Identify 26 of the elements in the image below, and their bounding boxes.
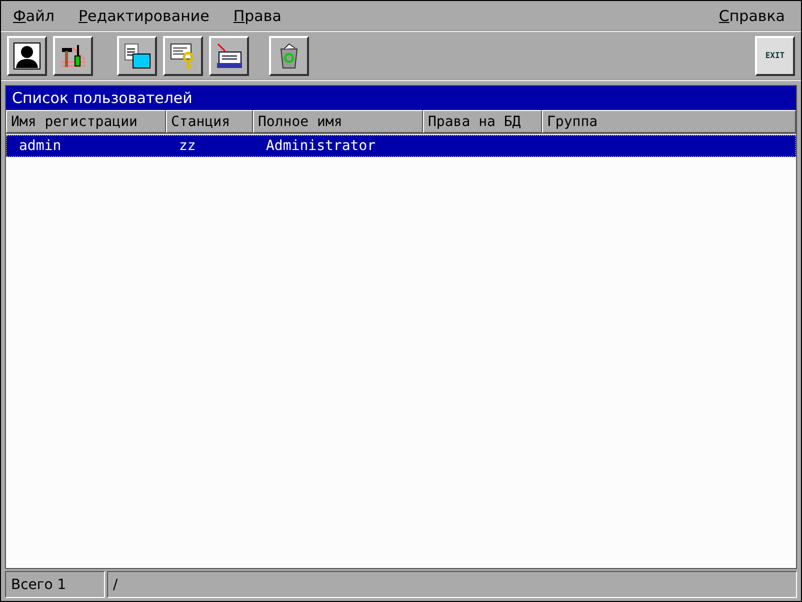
person-icon xyxy=(13,42,41,70)
column-header[interactable]: Права на БД xyxy=(423,110,542,133)
user-tool-button[interactable] xyxy=(7,36,47,76)
menu-item[interactable]: Редактирование xyxy=(78,6,210,24)
column-header[interactable]: Полное имя xyxy=(253,110,423,133)
card-file-icon xyxy=(215,42,243,70)
table-cell: admin xyxy=(19,138,62,154)
menu-item[interactable]: Файл xyxy=(13,6,54,24)
trash-tool-button[interactable] xyxy=(269,36,309,76)
table-cell: zz xyxy=(179,138,196,154)
menu-item[interactable]: Справка xyxy=(718,6,785,24)
status-field: / xyxy=(107,571,797,598)
column-header[interactable]: Группа xyxy=(542,110,796,133)
column-header[interactable]: Имя регистрации xyxy=(6,110,166,133)
column-header[interactable]: Станция xyxy=(166,110,253,133)
rename-tool-button[interactable] xyxy=(117,36,157,76)
key-tool-button[interactable] xyxy=(163,36,203,76)
status-field: Всего 1 xyxy=(5,571,105,598)
menu-item[interactable]: Права xyxy=(233,6,282,24)
panel-title: Список пользователей xyxy=(6,86,796,110)
cards-tool-button[interactable] xyxy=(209,36,249,76)
exit-button[interactable]: EXIT xyxy=(755,36,795,76)
rename-icon xyxy=(123,42,151,70)
table-row[interactable]: admin zz Administrator xyxy=(6,135,796,157)
table-cell: Administrator xyxy=(266,138,376,154)
tools-tool-button[interactable] xyxy=(53,36,93,76)
